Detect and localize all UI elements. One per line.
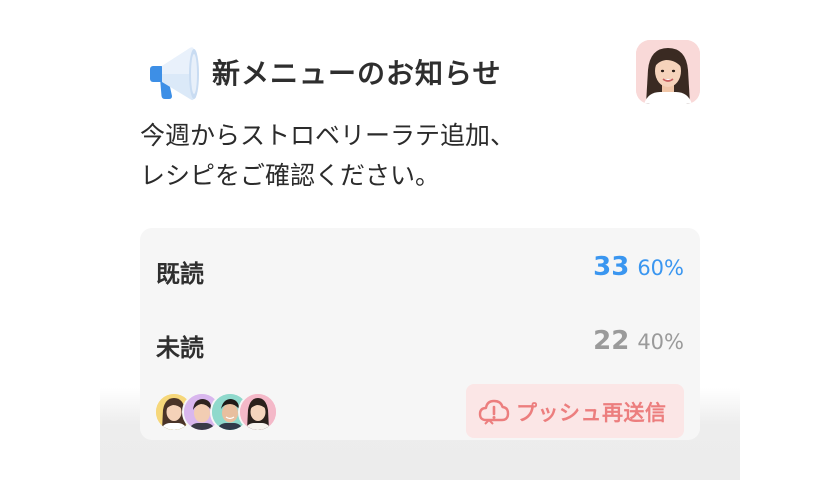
sender-avatar[interactable]: [636, 40, 700, 104]
reader-avatars[interactable]: [154, 392, 284, 432]
unread-label: 未読: [156, 334, 204, 362]
read-percent: 60%: [637, 256, 684, 280]
unread-row[interactable]: 未読 22 40%: [156, 322, 684, 362]
announcement-message: 今週からストロベリーラテ追加、 レシピをご確認ください。: [140, 116, 700, 196]
read-row[interactable]: 既読 33 60%: [156, 248, 684, 288]
avatar: [238, 392, 278, 432]
push-resend-button[interactable]: プッシュ再送信: [466, 384, 684, 438]
announcement-title: 新メニューのお知らせ: [212, 57, 502, 90]
unread-count: 22: [593, 326, 630, 356]
push-resend-label: プッシュ再送信: [516, 402, 667, 425]
cloud-alert-icon: [478, 396, 510, 426]
unread-values: 22 40%: [593, 326, 684, 356]
announcement-header: 新メニューのお知らせ: [140, 40, 700, 104]
unread-percent: 40%: [637, 330, 684, 354]
message-line-1: 今週からストロベリーラテ追加、: [140, 121, 516, 150]
megaphone-icon: [146, 42, 202, 102]
message-line-2: レシピをご確認ください。: [140, 161, 441, 190]
read-label: 既読: [156, 260, 204, 288]
read-count: 33: [593, 252, 630, 282]
read-stats-panel: 既読 33 60% 未読 22 40% プッシュ再送信: [140, 228, 700, 440]
read-values: 33 60%: [593, 252, 684, 282]
